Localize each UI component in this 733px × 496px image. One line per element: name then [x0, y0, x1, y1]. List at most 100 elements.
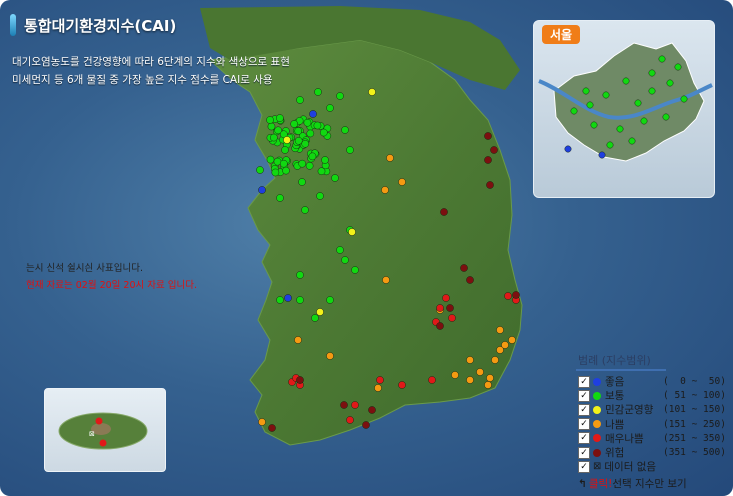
- station-dot[interactable]: [501, 341, 509, 349]
- station-dot[interactable]: [340, 401, 348, 409]
- seoul-station-dot[interactable]: [666, 79, 674, 87]
- station-dot[interactable]: [311, 314, 319, 322]
- jeju-inset-map[interactable]: ⊠: [44, 388, 166, 472]
- station-dot[interactable]: [326, 296, 334, 304]
- seoul-station-dot[interactable]: [564, 145, 572, 153]
- station-dot[interactable]: [382, 276, 390, 284]
- station-dot[interactable]: [476, 368, 484, 376]
- station-dot[interactable]: [491, 356, 499, 364]
- station-dot[interactable]: [314, 88, 322, 96]
- station-dot[interactable]: [256, 166, 264, 174]
- jeju-nodata-icon[interactable]: ⊠: [89, 430, 95, 438]
- legend-checkbox[interactable]: ✓: [578, 432, 590, 445]
- station-dot[interactable]: [374, 384, 382, 392]
- station-dot[interactable]: [298, 159, 307, 168]
- legend-row[interactable]: ✓ 좋음 ( 0 ~ 50): [578, 374, 733, 389]
- station-dot[interactable]: [276, 114, 284, 122]
- station-dot[interactable]: [276, 296, 284, 304]
- legend-row[interactable]: ✓ 민감군영향 (101 ~ 150): [578, 402, 733, 417]
- seoul-station-dot[interactable]: [570, 107, 578, 115]
- station-dot[interactable]: [486, 181, 494, 189]
- seoul-station-dot[interactable]: [622, 77, 630, 85]
- station-dot[interactable]: [331, 174, 339, 182]
- legend-row-nodata[interactable]: ✓ ⊠ 데이터 없음: [578, 459, 656, 474]
- seoul-inset-map[interactable]: 서울: [533, 20, 715, 198]
- seoul-station-dot[interactable]: [680, 95, 688, 103]
- station-dot[interactable]: [303, 118, 312, 127]
- station-dot[interactable]: [484, 132, 492, 140]
- station-dot[interactable]: [442, 294, 450, 302]
- station-dot[interactable]: [268, 424, 276, 432]
- legend-checkbox[interactable]: ✓: [578, 460, 590, 473]
- legend-checkbox[interactable]: ✓: [578, 418, 590, 431]
- jeju-station-dot[interactable]: [95, 417, 103, 425]
- station-dot[interactable]: [294, 336, 302, 344]
- station-dot[interactable]: [336, 246, 344, 254]
- station-dot[interactable]: [269, 133, 278, 142]
- station-dot[interactable]: [258, 418, 266, 426]
- station-dot[interactable]: [305, 161, 314, 170]
- station-dot[interactable]: [296, 271, 304, 279]
- station-dot[interactable]: [428, 376, 436, 384]
- station-dot[interactable]: [271, 168, 280, 177]
- station-dot[interactable]: [306, 129, 315, 138]
- station-dot[interactable]: [319, 128, 328, 137]
- seoul-station-dot[interactable]: [586, 101, 594, 109]
- station-dot[interactable]: [313, 121, 322, 130]
- station-dot[interactable]: [290, 120, 299, 128]
- station-dot[interactable]: [348, 228, 356, 236]
- seoul-station-dot[interactable]: [606, 141, 614, 149]
- station-dot[interactable]: [321, 156, 329, 164]
- station-dot[interactable]: [460, 264, 468, 272]
- seoul-station-dot[interactable]: [590, 121, 598, 129]
- station-dot[interactable]: [436, 322, 444, 330]
- seoul-station-dot[interactable]: [628, 137, 636, 145]
- station-dot[interactable]: [341, 126, 349, 134]
- seoul-station-dot[interactable]: [598, 151, 606, 159]
- station-dot[interactable]: [381, 186, 389, 194]
- legend-checkbox[interactable]: ✓: [578, 446, 590, 459]
- station-dot[interactable]: [504, 292, 512, 300]
- station-dot[interactable]: [496, 326, 504, 334]
- seoul-station-dot[interactable]: [602, 91, 610, 99]
- station-dot[interactable]: [258, 186, 266, 194]
- station-dot[interactable]: [376, 376, 384, 384]
- station-dot[interactable]: [283, 136, 291, 144]
- legend-row[interactable]: ✓ 나쁨 (151 ~ 250): [578, 417, 733, 432]
- station-dot[interactable]: [448, 314, 456, 322]
- legend-checkbox[interactable]: ✓: [578, 389, 590, 402]
- station-dot[interactable]: [296, 296, 304, 304]
- station-dot[interactable]: [316, 308, 324, 316]
- station-dot[interactable]: [484, 156, 492, 164]
- station-dot[interactable]: [326, 352, 334, 360]
- legend-checkbox[interactable]: ✓: [578, 403, 590, 416]
- station-dot[interactable]: [294, 136, 303, 145]
- station-dot[interactable]: [351, 401, 359, 409]
- station-dot[interactable]: [368, 406, 376, 414]
- station-dot[interactable]: [309, 110, 317, 118]
- station-dot[interactable]: [466, 276, 474, 284]
- station-dot[interactable]: [351, 266, 359, 274]
- station-dot[interactable]: [440, 208, 448, 216]
- station-dot[interactable]: [266, 116, 274, 124]
- jeju-station-dot[interactable]: [99, 439, 107, 447]
- station-dot[interactable]: [466, 376, 474, 384]
- station-dot[interactable]: [368, 88, 376, 96]
- station-dot[interactable]: [508, 336, 516, 344]
- seoul-station-dot[interactable]: [662, 113, 670, 121]
- station-dot[interactable]: [346, 416, 354, 424]
- legend-checkbox[interactable]: ✓: [578, 375, 590, 388]
- station-dot[interactable]: [301, 206, 309, 214]
- seoul-station-dot[interactable]: [648, 87, 656, 95]
- station-dot[interactable]: [486, 374, 494, 382]
- seoul-station-dot[interactable]: [648, 69, 656, 77]
- station-dot[interactable]: [282, 166, 290, 175]
- station-dot[interactable]: [326, 104, 334, 112]
- station-dot[interactable]: [341, 256, 349, 264]
- station-dot[interactable]: [398, 381, 406, 389]
- seoul-station-dot[interactable]: [640, 117, 648, 125]
- legend-row[interactable]: ✓ 보통 ( 51 ~ 100): [578, 388, 733, 403]
- station-dot[interactable]: [266, 155, 275, 164]
- station-dot[interactable]: [279, 159, 288, 168]
- station-dot[interactable]: [267, 122, 276, 131]
